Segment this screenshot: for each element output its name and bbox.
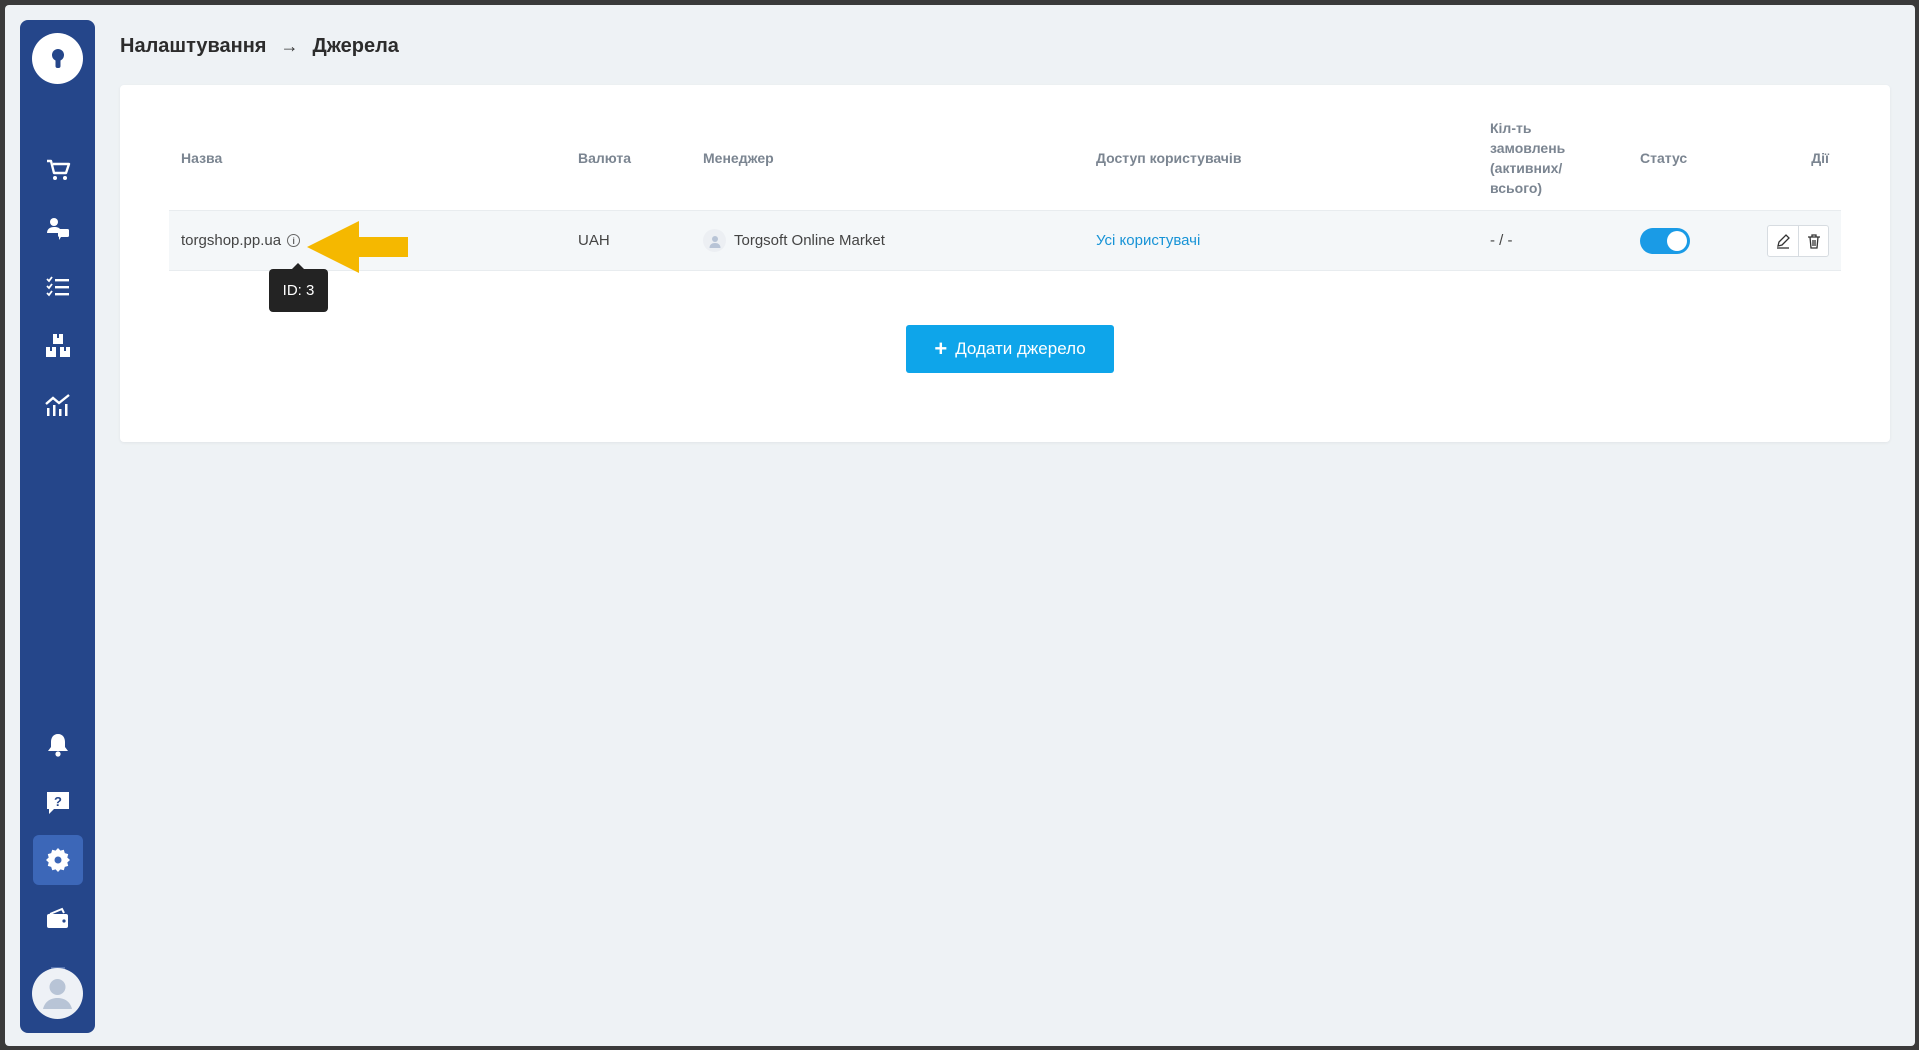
pencil-icon xyxy=(1777,233,1790,249)
sidebar-item-orders[interactable] xyxy=(33,145,83,195)
access-link[interactable]: Усі користувачі xyxy=(1096,232,1200,249)
add-source-button[interactable]: + Додати джерело xyxy=(906,325,1114,373)
logo[interactable] xyxy=(32,33,83,84)
table-header: Назва Валюта Менеджер Доступ користувачі… xyxy=(169,115,1841,200)
col-header-currency: Валюта xyxy=(578,149,632,166)
row-actions xyxy=(1767,224,1829,257)
col-header-manager: Менеджер xyxy=(703,149,774,166)
breadcrumb-parent[interactable]: Налаштування xyxy=(120,35,266,58)
cell-manager: Torgsoft Online Market xyxy=(703,211,885,270)
app-window: ? Налаштування → Джерела Назва Валюта Ме… xyxy=(5,5,1915,1046)
cell-status xyxy=(1640,211,1690,270)
cell-currency: UAH xyxy=(578,232,610,249)
source-name: torgshop.pp.ua xyxy=(181,232,282,249)
user-avatar[interactable] xyxy=(32,968,83,1019)
sidebar-item-notifications[interactable] xyxy=(33,720,83,770)
customers-chat-icon xyxy=(47,218,69,240)
breadcrumb: Налаштування → Джерела xyxy=(120,35,399,58)
cell-actions xyxy=(1767,211,1829,270)
sidebar-item-products[interactable] xyxy=(33,321,83,371)
boxes-icon xyxy=(46,334,70,357)
edit-button[interactable] xyxy=(1768,226,1798,256)
user-icon xyxy=(709,235,720,248)
bell-icon xyxy=(48,734,68,757)
id-tooltip: ID: 3 xyxy=(269,263,328,312)
wallet-icon xyxy=(47,907,68,928)
cell-name: torgshop.pp.ua i xyxy=(181,211,301,270)
user-icon xyxy=(43,979,72,1009)
delete-button[interactable] xyxy=(1798,225,1828,256)
svg-text:?: ? xyxy=(54,794,62,809)
status-toggle[interactable] xyxy=(1640,227,1690,254)
help-icon: ? xyxy=(47,792,69,814)
sidebar-item-billing[interactable] xyxy=(33,894,83,944)
manager-name: Torgsoft Online Market xyxy=(734,232,885,249)
manager-avatar xyxy=(703,229,726,252)
col-header-access: Доступ користувачів xyxy=(1096,149,1242,166)
sidebar-item-help[interactable]: ? xyxy=(33,778,83,828)
sidebar: ? xyxy=(20,20,95,1033)
cell-access: Усі користувачі xyxy=(1096,211,1200,270)
tasks-list-icon xyxy=(46,276,69,297)
col-header-name: Назва xyxy=(181,149,223,166)
sidebar-item-settings[interactable] xyxy=(33,835,83,885)
plus-icon: + xyxy=(934,336,948,361)
add-source-label: Додати джерело xyxy=(955,339,1086,358)
annotation-arrow-icon xyxy=(307,221,408,273)
cart-icon xyxy=(47,159,71,180)
info-icon[interactable]: i xyxy=(287,234,301,247)
keyhole-icon xyxy=(51,48,64,68)
sidebar-item-analytics[interactable] xyxy=(33,379,83,429)
cell-orders: - / - xyxy=(1490,232,1513,249)
breadcrumb-separator: → xyxy=(280,36,299,56)
trash-icon xyxy=(1807,233,1820,249)
col-header-status: Статус xyxy=(1640,149,1688,166)
analytics-icon xyxy=(45,394,70,416)
table-row: torgshop.pp.ua i UAH Torgsoft Online Mar… xyxy=(169,210,1841,271)
col-header-actions: Дії xyxy=(1811,149,1829,166)
sidebar-item-customers[interactable] xyxy=(33,203,83,253)
gear-icon xyxy=(46,848,70,872)
page-title: Джерела xyxy=(312,35,399,57)
col-header-orders: Кіл-ть замовлень (активних/ всього) xyxy=(1490,119,1566,196)
sidebar-item-tasks[interactable] xyxy=(33,262,83,312)
